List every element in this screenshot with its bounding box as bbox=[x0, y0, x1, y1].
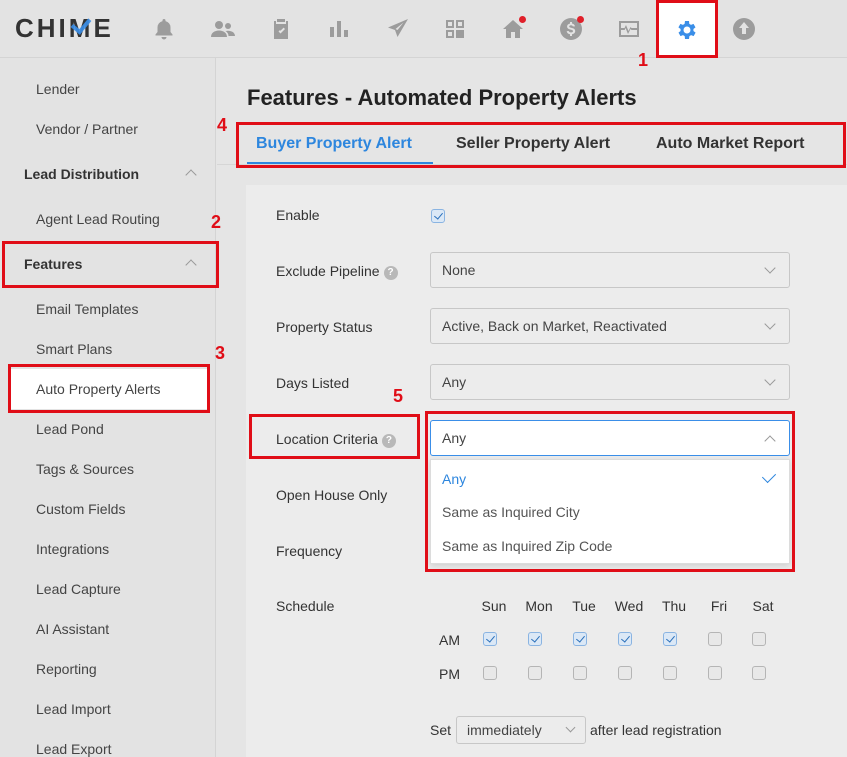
sidebar-item-auto-property-alerts[interactable]: Auto Property Alerts bbox=[10, 369, 210, 409]
chevron-up-icon bbox=[186, 258, 196, 268]
sidebar-item-integrations[interactable]: Integrations bbox=[0, 529, 216, 569]
sidebar-item-lead-pond[interactable]: Lead Pond bbox=[0, 409, 216, 449]
chevron-down-icon bbox=[566, 725, 575, 734]
day-header-thu: Thu bbox=[661, 598, 687, 614]
days-listed-label: Days Listed bbox=[276, 375, 350, 391]
set-prefix-label: Set bbox=[430, 722, 452, 738]
pm-label: PM bbox=[439, 666, 460, 682]
home-icon[interactable] bbox=[496, 12, 530, 46]
sidebar-item-lead-import[interactable]: Lead Import bbox=[0, 689, 216, 729]
sidebar-item-tags-sources[interactable]: Tags & Sources bbox=[0, 449, 216, 489]
pm-checkbox-wed[interactable] bbox=[618, 666, 632, 680]
pulse-icon[interactable] bbox=[612, 12, 646, 46]
people-icon[interactable] bbox=[206, 12, 240, 46]
sidebar-item-ai-assistant[interactable]: AI Assistant bbox=[0, 609, 216, 649]
pm-checkbox-thu[interactable] bbox=[663, 666, 677, 680]
day-header-wed: Wed bbox=[614, 598, 644, 614]
frequency-label: Frequency bbox=[276, 543, 343, 559]
am-checkbox-wed[interactable] bbox=[618, 632, 632, 646]
exclude-pipeline-label: Exclude Pipeline? bbox=[276, 263, 398, 280]
dropdown-option-same-zip[interactable]: Same as Inquired Zip Code bbox=[431, 529, 789, 562]
sidebar-item-email-templates[interactable]: Email Templates bbox=[0, 289, 216, 329]
clipboard-check-icon[interactable] bbox=[264, 12, 298, 46]
am-checkbox-sun[interactable] bbox=[483, 632, 497, 646]
upload-icon[interactable] bbox=[727, 12, 761, 46]
am-checkbox-mon[interactable] bbox=[528, 632, 542, 646]
sidebar-item-smart-plans[interactable]: Smart Plans bbox=[0, 329, 216, 369]
am-checkbox-tue[interactable] bbox=[573, 632, 587, 646]
sidebar-section-lead-distribution[interactable]: Lead Distribution bbox=[0, 154, 216, 194]
sidebar-item-lead-capture[interactable]: Lead Capture bbox=[0, 569, 216, 609]
day-header-fri: Fri bbox=[710, 598, 728, 614]
enable-label: Enable bbox=[276, 207, 320, 223]
page-title: Features - Automated Property Alerts bbox=[247, 85, 637, 110]
annotation-number-3: 3 bbox=[215, 343, 226, 363]
am-checkbox-fri[interactable] bbox=[708, 632, 722, 646]
day-header-sat: Sat bbox=[752, 598, 774, 614]
pm-checkbox-sat[interactable] bbox=[752, 666, 766, 680]
help-icon[interactable]: ? bbox=[381, 434, 396, 448]
set-suffix-label: after lead registration bbox=[590, 722, 722, 738]
sidebar-item-agent-lead-routing[interactable]: Agent Lead Routing bbox=[0, 199, 216, 239]
am-checkbox-sat[interactable] bbox=[752, 632, 766, 646]
day-header-mon: Mon bbox=[525, 598, 553, 614]
location-criteria-label: Location Criteria? bbox=[276, 431, 396, 448]
bell-money-icon[interactable] bbox=[147, 12, 181, 46]
pm-checkbox-tue[interactable] bbox=[573, 666, 587, 680]
annotation-number-1: 1 bbox=[638, 50, 649, 70]
tab-auto-market-report[interactable]: Auto Market Report bbox=[656, 135, 804, 153]
settings-gear-icon[interactable] bbox=[657, 3, 717, 57]
property-status-label: Property Status bbox=[276, 319, 373, 335]
top-navbar: CHIME bbox=[0, 0, 847, 58]
location-criteria-select[interactable]: Any bbox=[430, 420, 790, 456]
dollar-icon[interactable] bbox=[554, 12, 588, 46]
notification-dot bbox=[519, 16, 526, 23]
schedule-label: Schedule bbox=[276, 598, 335, 614]
main-content: Features - Automated Property Alerts Buy… bbox=[217, 58, 847, 757]
notification-dot bbox=[577, 16, 584, 23]
set-timing-select[interactable]: immediately bbox=[456, 716, 586, 744]
grid-icon[interactable] bbox=[438, 12, 472, 46]
pm-checkbox-sun[interactable] bbox=[483, 666, 497, 680]
chime-logo[interactable]: CHIME bbox=[15, 13, 114, 44]
location-criteria-dropdown: Any Same as Inquired City Same as Inquir… bbox=[430, 459, 790, 564]
open-house-only-label: Open House Only bbox=[276, 487, 388, 503]
dropdown-option-any[interactable]: Any bbox=[431, 462, 789, 495]
annotation-number-4: 4 bbox=[217, 115, 228, 135]
divider bbox=[217, 164, 847, 165]
sidebar: Lender Vendor / Partner Lead Distributio… bbox=[0, 58, 216, 757]
property-status-select[interactable]: Active, Back on Market, Reactivated bbox=[430, 308, 790, 344]
tab-buyer-property-alert[interactable]: Buyer Property Alert bbox=[256, 135, 412, 153]
paper-plane-icon[interactable] bbox=[381, 12, 415, 46]
tab-bar: Buyer Property Alert Seller Property Ale… bbox=[239, 123, 839, 167]
chevron-down-icon bbox=[765, 377, 775, 387]
am-label: AM bbox=[439, 632, 460, 648]
tab-seller-property-alert[interactable]: Seller Property Alert bbox=[456, 135, 610, 153]
annotation-number-2: 2 bbox=[211, 212, 222, 232]
day-header-tue: Tue bbox=[572, 598, 596, 614]
chevron-up-icon bbox=[186, 168, 196, 178]
bar-chart-icon[interactable] bbox=[322, 12, 356, 46]
help-icon[interactable]: ? bbox=[383, 266, 398, 280]
dropdown-option-same-city[interactable]: Same as Inquired City bbox=[431, 495, 789, 528]
sidebar-item-vendor-partner[interactable]: Vendor / Partner bbox=[0, 109, 216, 149]
chevron-up-icon bbox=[765, 433, 775, 443]
day-header-sun: Sun bbox=[481, 598, 507, 614]
exclude-pipeline-select[interactable]: None bbox=[430, 252, 790, 288]
sidebar-item-custom-fields[interactable]: Custom Fields bbox=[0, 489, 216, 529]
chevron-down-icon bbox=[765, 321, 775, 331]
days-listed-select[interactable]: Any bbox=[430, 364, 790, 400]
pm-checkbox-fri[interactable] bbox=[708, 666, 722, 680]
check-icon bbox=[761, 468, 777, 484]
annotation-number-5: 5 bbox=[393, 386, 404, 406]
sidebar-item-reporting[interactable]: Reporting bbox=[0, 649, 216, 689]
sidebar-item-lead-export[interactable]: Lead Export bbox=[0, 729, 216, 757]
enable-checkbox[interactable] bbox=[431, 209, 445, 223]
sidebar-section-features[interactable]: Features bbox=[0, 244, 216, 284]
chevron-down-icon bbox=[765, 265, 775, 275]
am-checkbox-thu[interactable] bbox=[663, 632, 677, 646]
sidebar-item-lender[interactable]: Lender bbox=[0, 69, 216, 109]
pm-checkbox-mon[interactable] bbox=[528, 666, 542, 680]
